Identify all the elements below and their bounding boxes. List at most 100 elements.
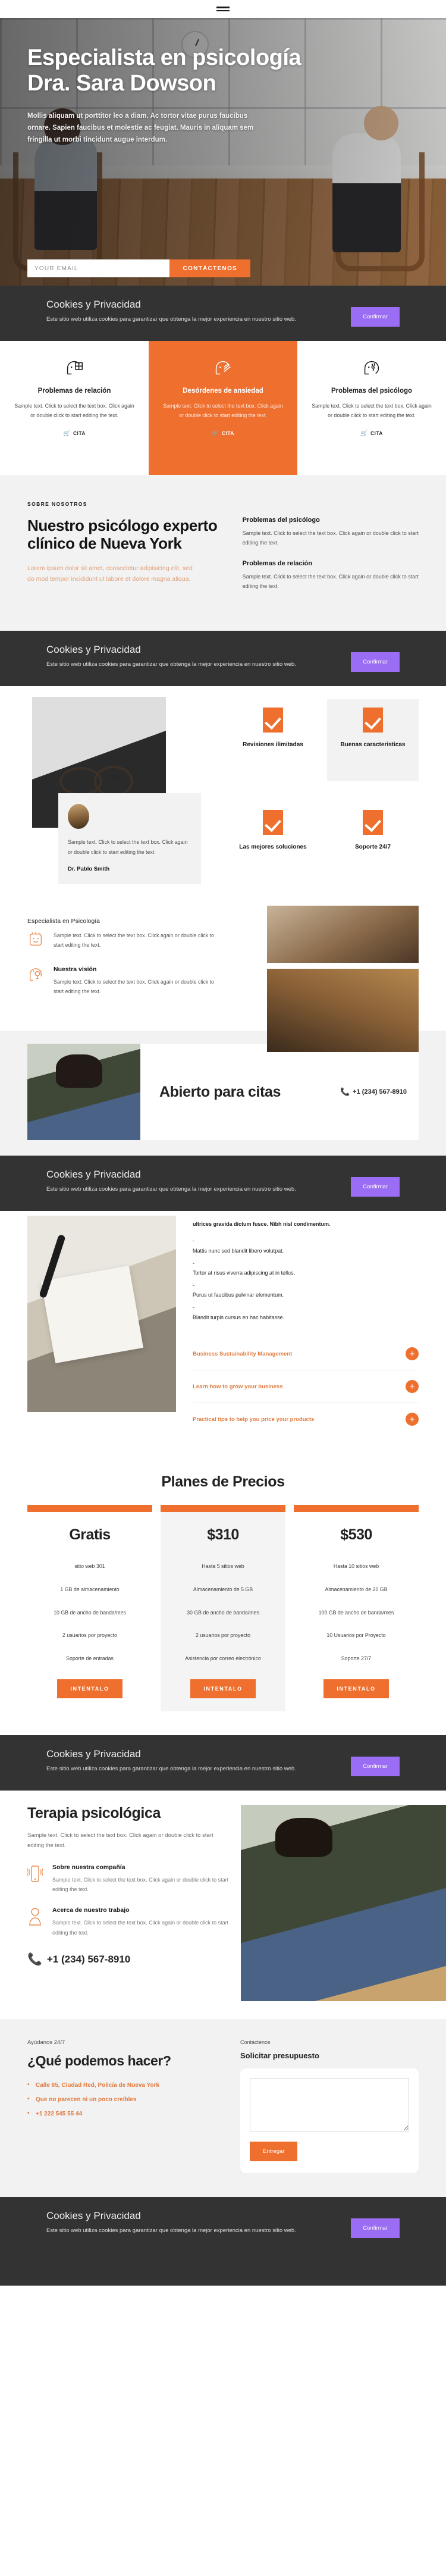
plan-feature: 10 Usuarios por Proyecto (326, 1632, 386, 1639)
mission-body: Sample text. Click to select the text bo… (54, 932, 214, 948)
service-cta[interactable]: 🛒 CITA (360, 430, 383, 437)
plan-feature: 30 GB de ancho de banda/mes (187, 1609, 259, 1616)
accordion-label: Business Sustainability Management (193, 1350, 293, 1357)
contact-heading: ¿Qué podemos hacer? (27, 2052, 171, 2068)
service-cta[interactable]: 🛒 CITA (212, 430, 234, 437)
testimonial-author: Dr. Pablo Smith (68, 865, 110, 872)
appointment-phone-number: +1 (234) 567-8910 (353, 1088, 407, 1096)
therapy-row-body: Sample text. Click to select the text bo… (52, 1920, 229, 1936)
message-textarea[interactable] (250, 2077, 409, 2131)
accordion-item[interactable]: Learn how to grow your business + (193, 1370, 419, 1403)
feature-cell: Buenas caracteristicas (327, 699, 419, 782)
service-title: Problemas del psicólogo (331, 387, 413, 395)
plus-icon[interactable]: + (406, 1347, 419, 1361)
cookie-banner: Cookies y Privacidad Este sitio web util… (0, 286, 446, 341)
head-brain-icon (310, 356, 433, 380)
appointment-phone[interactable]: 📞 +1 (234) 567-8910 (340, 1087, 407, 1097)
cookie-confirm-button[interactable]: Confirmar (351, 1177, 400, 1197)
plus-icon[interactable]: + (406, 1380, 419, 1394)
contact-section: Ayúdanos 24/7 ¿Qué podemos hacer? Calle … (0, 2018, 446, 2197)
list-item[interactable]: +1 222 545 55 44 (27, 2109, 224, 2119)
list-item[interactable]: Que no parecen ni un poco creíbles (27, 2095, 224, 2105)
feature-label: Revisiones ilimitadas (243, 741, 303, 749)
service-card[interactable]: Problemas de relación Sample text. Click… (0, 341, 149, 475)
hero-email-input[interactable] (27, 259, 170, 277)
cookie-title: Cookies y Privacidad (46, 299, 141, 310)
mobile-signal-icon (26, 1864, 44, 1895)
service-title: Problemas de relación (37, 387, 111, 395)
cookie-confirm-button[interactable]: Confirmar (351, 652, 400, 672)
list-item-text: Mattis nunc sed blandit libero volutpat. (193, 1247, 284, 1254)
check-icon (363, 708, 383, 733)
phone-icon: 📞 (27, 1953, 42, 1967)
plan-feature: 10 GB de ancho de banda/mes (54, 1609, 126, 1616)
plan-cta-button[interactable]: INTENTALO (323, 1679, 389, 1698)
cookie-title: Cookies y Privacidad (46, 1169, 141, 1181)
check-icon (263, 810, 283, 835)
cookie-banner: Cookies y Privacidad Este sitio web util… (0, 2196, 446, 2252)
list-item-text: Calle 65, Ciudad Red, Policía de Nueva Y… (36, 2082, 160, 2089)
therapy-phone[interactable]: 📞 +1 (234) 567-8910 (27, 1952, 230, 1967)
service-cta-label: CITA (73, 430, 86, 437)
cookie-confirm-button[interactable]: Confirmar (351, 2218, 400, 2238)
cookie-title: Cookies y Privacidad (46, 644, 141, 656)
phone-icon: 📞 (340, 1087, 350, 1097)
appointment-heading: Abierto para citas (159, 1083, 281, 1100)
pricing-plan: Gratis sitio web 301 1 GB de almacenamie… (27, 1505, 152, 1711)
plan-feature: Hasta 10 sitios web (333, 1563, 379, 1570)
cookie-banner: Cookies y Privacidad Este sitio web util… (0, 631, 446, 687)
feature-cell: Revisiones ilimitadas (227, 699, 319, 781)
hero-contact-button[interactable]: CONTÁCTENOS (169, 259, 250, 277)
hero-subtitle: Mollis aliquam ut porttitor leo a diam. … (27, 112, 254, 143)
head-puzzle-icon (13, 356, 136, 380)
plan-feature: 1 GB de almacenamiento (60, 1586, 120, 1593)
cart-icon: 🛒 (63, 430, 71, 437)
feature-label: Soporte 24/7 (354, 844, 391, 851)
cookie-body: Este sitio web utiliza cookies para gara… (46, 2227, 296, 2234)
plan-cta-button[interactable]: INTENTALO (57, 1679, 123, 1698)
contact-eyebrow: Ayúdanos 24/7 (27, 2039, 65, 2046)
service-cta-label: CITA (370, 430, 383, 437)
bottom-spacer (0, 2252, 446, 2286)
cookie-body: Este sitio web utiliza cookies para gara… (46, 316, 296, 323)
check-icon (363, 810, 383, 835)
list-item-text: +1 222 545 55 44 (36, 2110, 83, 2117)
plan-feature: Asistencia por correo electrónico (185, 1655, 261, 1662)
cookie-banner: Cookies y Privacidad Este sitio web util… (0, 1735, 446, 1791)
cookie-confirm-button[interactable]: Confirmar (351, 307, 400, 327)
hamburger-menu-icon[interactable] (216, 7, 230, 11)
hero-signup-form: CONTÁCTENOS (27, 259, 250, 277)
testimonial-body: Sample text. Click to select the text bo… (68, 839, 188, 855)
cart-icon: 🛒 (360, 430, 369, 437)
mission-title: Nuestra visión (54, 965, 97, 973)
list-item-text: Tortor at risus viverra adipiscing at in… (193, 1270, 296, 1276)
accordion-item[interactable]: Practical tips to help you price your pr… (193, 1403, 419, 1435)
about-item-body: Sample text. Click to select the text bo… (242, 530, 419, 546)
cookie-body: Este sitio web utiliza cookies para gara… (46, 1186, 296, 1193)
list-item[interactable]: Calle 65, Ciudad Red, Policía de Nueva Y… (27, 2080, 224, 2090)
hero-title: Especialista en psicología Dra. Sara Dow… (27, 45, 301, 96)
list-item: - Blandit turpis cursus en hac habitasse. (193, 1304, 285, 1320)
service-cta[interactable]: 🛒 CITA (63, 430, 86, 437)
therapy-phone-number: +1 (234) 567-8910 (46, 1953, 131, 1965)
testimonial-card: Sample text. Click to select the text bo… (58, 793, 201, 884)
therapy-section: Terapia psicológica Sample text. Click t… (0, 1790, 446, 2019)
plan-cta-button[interactable]: INTENTALO (190, 1679, 256, 1698)
mission-section: Especialista en Psicología Sample text. … (0, 902, 446, 1052)
service-card[interactable]: Desórdenes de ansiedad Sample text. Clic… (149, 341, 297, 475)
submit-button[interactable]: Entregar (250, 2141, 298, 2161)
cookie-banner: Cookies y Privacidad Este sitio web util… (0, 1156, 446, 1212)
accordion: Business Sustainability Management + Lea… (193, 1338, 419, 1435)
plus-icon[interactable]: + (406, 1413, 419, 1426)
plan-accent-bar (161, 1505, 285, 1513)
cookie-confirm-button[interactable]: Confirmar (351, 1756, 400, 1776)
list-item-text: Blandit turpis cursus en hac habitasse. (193, 1314, 285, 1320)
head-waves-icon (162, 356, 284, 380)
plan-accent-bar (294, 1505, 419, 1513)
service-body: Sample text. Click to select the text bo… (163, 403, 283, 419)
plan-accent-bar (27, 1505, 152, 1513)
service-title: Desórdenes de ansiedad (183, 387, 263, 395)
service-card[interactable]: Problemas del psicólogo Sample text. Cli… (297, 341, 446, 475)
accordion-item[interactable]: Business Sustainability Management + (193, 1338, 419, 1370)
service-cta-label: CITA (222, 430, 234, 437)
